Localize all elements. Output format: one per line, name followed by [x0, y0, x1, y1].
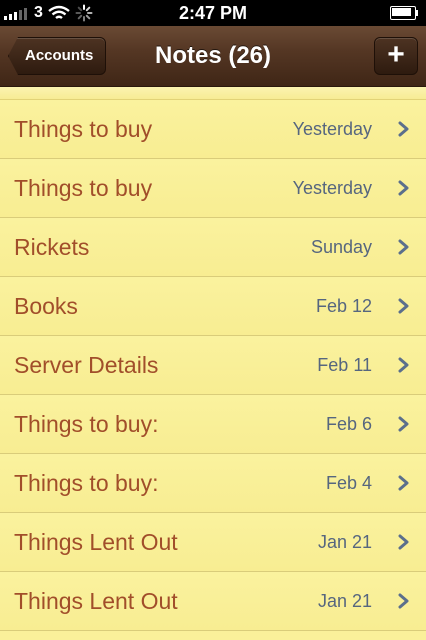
chevron-right-icon: [398, 475, 409, 491]
note-date: Yesterday: [292, 178, 372, 198]
list-top-edge: [0, 87, 426, 100]
note-row[interactable]: Server Details Feb 11: [0, 336, 426, 395]
note-date: Feb 6: [325, 414, 372, 434]
chevron-right-icon: [398, 239, 409, 255]
note-title: Things to buy:: [14, 470, 159, 496]
status-bar: 3 2:47 PM: [0, 0, 426, 26]
chevron-right-icon: [398, 298, 409, 314]
note-date: Feb 4: [325, 473, 372, 493]
note-title: Things to buy:: [14, 411, 159, 437]
note-row[interactable]: Things Lent Out Jan 21: [0, 513, 426, 572]
note-title: Rickets: [14, 234, 90, 260]
note-title: Things Lent Out: [14, 588, 178, 614]
notes-list: Things to buy Yesterday Things to buy Yeste…: [0, 87, 426, 640]
note-date: Jan 21: [317, 532, 372, 552]
navigation-bar: Accounts Notes (26) +: [0, 26, 426, 87]
note-row[interactable]: Things to buy: Feb 4: [0, 454, 426, 513]
note-row[interactable]: Rickets Sunday: [0, 218, 426, 277]
status-time: 2:47 PM: [178, 3, 248, 23]
note-date: Feb 11: [317, 355, 372, 375]
chevron-right-icon: [398, 121, 409, 137]
note-date: Sunday: [310, 237, 372, 257]
chevron-right-icon: [398, 357, 409, 373]
battery-icon: [390, 6, 420, 20]
note-date: Yesterday: [292, 119, 372, 139]
note-date: Jan 21: [317, 591, 372, 611]
chevron-right-icon: [398, 416, 409, 432]
note-title: Server Details: [14, 352, 159, 378]
note-row[interactable]: Things to buy: Feb 6: [0, 395, 426, 454]
note-date: Feb 12: [315, 296, 372, 316]
note-row[interactable]: Things Lent Out Jan 21: [0, 572, 426, 631]
note-title: Books: [14, 293, 78, 319]
chevron-right-icon: [398, 593, 409, 609]
chevron-right-icon: [398, 180, 409, 196]
note-title: Things Lent Out: [14, 529, 178, 555]
note-row[interactable]: Things to buy Yesterday: [0, 100, 426, 159]
add-note-button[interactable]: +: [374, 37, 418, 75]
note-row[interactable]: Books Feb 12: [0, 277, 426, 336]
note-title: Things to buy: [14, 175, 153, 201]
note-title: Things to buy: [14, 116, 153, 142]
note-row[interactable]: Things to buy Yesterday: [0, 159, 426, 218]
chevron-right-icon: [398, 534, 409, 550]
page-title: Notes (26): [154, 42, 272, 69]
